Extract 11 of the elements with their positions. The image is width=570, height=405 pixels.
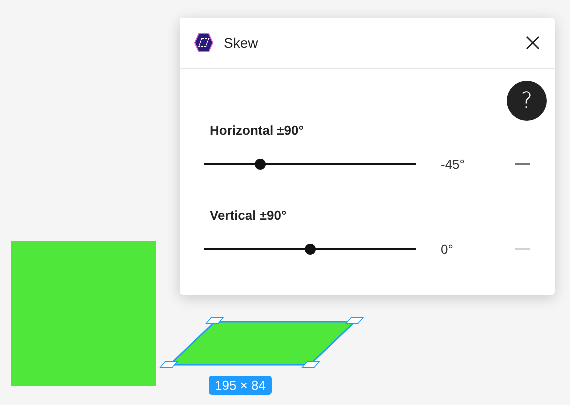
slider-label: Horizontal ±90° (210, 123, 305, 138)
help-button[interactable]: ? (507, 81, 547, 121)
slider-value: -45° (441, 156, 466, 172)
plugin-logo-icon (194, 33, 214, 53)
dialog-title: Skew (224, 35, 260, 51)
slider-thumb[interactable] (305, 244, 316, 254)
dimension-label: 195 × 84 (209, 376, 272, 395)
close-button[interactable] (525, 35, 541, 51)
slider-value: 0° (441, 242, 454, 256)
slider-thumb[interactable] (255, 158, 266, 170)
slider-label: Vertical ±90° (210, 208, 288, 223)
